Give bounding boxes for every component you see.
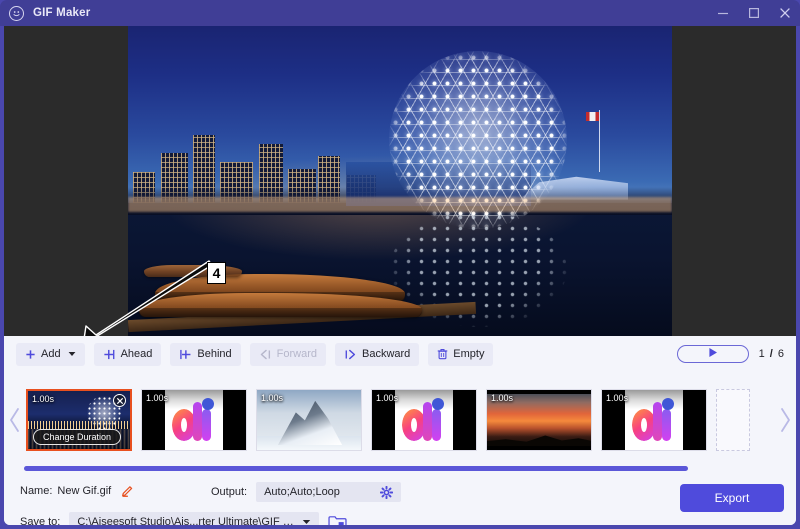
move-forward-button: Forward <box>249 342 326 366</box>
insert-ahead-label: Ahead <box>120 348 153 360</box>
frame-thumbnail[interactable]: 1.00s <box>141 389 247 451</box>
annotation-arrow <box>83 260 213 336</box>
play-icon <box>708 345 718 363</box>
move-backward-label: Backward <box>362 348 411 360</box>
save-to-value: C:\Aiseesoft Studio\Ais...rter Ultimate\… <box>77 516 303 525</box>
frame-duration-label: 1.00s <box>606 393 629 403</box>
frame-duration-label: 1.00s <box>261 393 284 403</box>
name-value: New Gif.gif <box>57 484 112 497</box>
pencil-icon[interactable] <box>121 484 134 497</box>
filmstrip-scroll-area <box>4 464 796 474</box>
frame-duration-label: 1.00s <box>491 393 514 403</box>
chevron-left-icon[interactable] <box>4 407 26 433</box>
frame-counter: 1 / 6 <box>759 348 784 360</box>
add-button-label: Add <box>41 348 61 360</box>
frame-toolbar: Add Ahead Behind Forward Backward Empty … <box>4 336 796 372</box>
frame-thumbnail[interactable]: 1.00s <box>601 389 707 451</box>
playback-controls: 1 / 6 <box>676 345 796 363</box>
frame-thumbnail[interactable]: 1.00s Change Duration <box>26 389 132 451</box>
frame-duration-label: 1.00s <box>146 393 169 403</box>
add-button[interactable]: Add <box>16 342 85 366</box>
close-icon[interactable] <box>769 0 800 26</box>
titlebar: GIF Maker <box>0 0 800 26</box>
output-field[interactable]: Auto;Auto;Loop <box>256 482 402 502</box>
gif-maker-window: GIF Maker 4 Add Ahead Behind Forward Bac… <box>0 0 800 529</box>
filmstrip-scrollbar[interactable] <box>24 466 688 471</box>
maximize-icon[interactable] <box>738 0 769 26</box>
annotation-step-number: 4 <box>207 262 226 284</box>
insert-behind-button[interactable]: Behind <box>170 342 241 366</box>
frame-duration-label: 1.00s <box>32 394 55 404</box>
preview-pier-lights <box>128 196 672 212</box>
change-duration-tooltip[interactable]: Change Duration <box>33 429 122 445</box>
frame-thumbnail[interactable]: 1.00s <box>486 389 592 451</box>
output-label: Output: <box>211 486 248 498</box>
save-to-row: Save to: C:\Aiseesoft Studio\Ais...rter … <box>20 512 347 525</box>
move-backward-button[interactable]: Backward <box>335 342 420 366</box>
frame-thumbnail[interactable]: 1.00s <box>371 389 477 451</box>
add-frame-placeholder[interactable] <box>716 389 750 451</box>
frame-duration-label: 1.00s <box>376 393 399 403</box>
export-settings-panel: Name: New Gif.gif Output: Auto;Auto;Loop <box>4 474 796 525</box>
output-row: Output: Auto;Auto;Loop <box>211 482 402 502</box>
name-row: Name: New Gif.gif <box>20 484 134 497</box>
move-backward-icon <box>344 349 357 360</box>
play-button[interactable] <box>676 345 749 363</box>
folder-icon[interactable] <box>328 514 347 525</box>
filmstrip: 1.00s Change Duration 1.00s 1.00s 1.00s … <box>4 372 796 468</box>
empty-button-label: Empty <box>453 348 485 360</box>
insert-ahead-button[interactable]: Ahead <box>93 342 162 366</box>
gear-icon[interactable] <box>380 485 394 499</box>
save-to-field[interactable]: C:\Aiseesoft Studio\Ais...rter Ultimate\… <box>69 512 320 525</box>
trash-icon <box>437 348 448 360</box>
move-forward-label: Forward <box>276 348 317 360</box>
insert-behind-label: Behind <box>197 348 232 360</box>
preview-flag <box>583 109 600 172</box>
frame-counter-total: 6 <box>777 348 784 360</box>
preview-stage: 4 <box>4 26 796 336</box>
export-button[interactable]: Export <box>680 484 784 512</box>
insert-behind-icon <box>179 349 192 360</box>
window-body: 4 Add Ahead Behind Forward Backward Empt… <box>4 26 796 525</box>
window-title: GIF Maker <box>33 7 91 19</box>
insert-ahead-icon <box>103 349 116 360</box>
frame-list[interactable]: 1.00s Change Duration 1.00s 1.00s 1.00s … <box>26 384 774 456</box>
frame-thumbnail[interactable]: 1.00s <box>256 389 362 451</box>
name-label: Name: <box>20 484 53 497</box>
window-controls <box>707 0 800 26</box>
frame-counter-separator: / <box>769 348 773 360</box>
move-forward-icon <box>259 349 272 360</box>
smiley-circle-icon <box>9 5 24 21</box>
minimize-icon[interactable] <box>707 0 738 26</box>
plus-icon <box>25 349 36 360</box>
chevron-down-icon[interactable] <box>302 516 311 525</box>
close-circle-icon[interactable] <box>113 394 126 407</box>
chevron-right-icon[interactable] <box>774 407 796 433</box>
output-value: Auto;Auto;Loop <box>264 486 340 498</box>
frame-counter-current: 1 <box>758 348 765 360</box>
save-to-label: Save to: <box>20 516 61 525</box>
chevron-down-icon[interactable] <box>68 348 76 360</box>
empty-button[interactable]: Empty <box>428 342 494 366</box>
